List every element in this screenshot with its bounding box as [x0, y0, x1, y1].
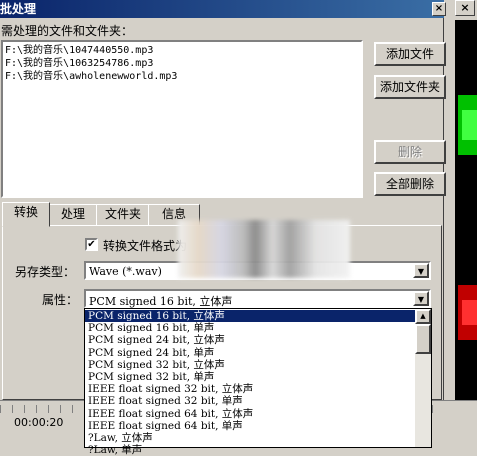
- dialog-titlebar[interactable]: 批处理: [0, 0, 444, 18]
- scroll-up-icon[interactable]: ▲: [415, 309, 431, 324]
- delete-all-button[interactable]: 全部删除: [374, 172, 446, 196]
- add-folder-button[interactable]: 添加文件夹: [374, 75, 446, 99]
- dropdown-option[interactable]: ?Law, 立体声: [85, 432, 415, 444]
- dialog-title: 批处理: [0, 2, 37, 16]
- dropdown-option[interactable]: PCM signed 16 bit, 立体声: [85, 310, 415, 323]
- dropdown-option[interactable]: PCM signed 24 bit, 立体声: [85, 334, 415, 346]
- attribute-label: 属性：: [42, 293, 79, 307]
- attribute-dropdown-list[interactable]: PCM signed 16 bit, 立体声 PCM signed 16 bit…: [84, 308, 432, 456]
- waveform-left-channel-peak: [462, 110, 477, 140]
- file-list-item[interactable]: F:\我的音乐\awholenewworld.mp3: [5, 70, 359, 83]
- tab-process[interactable]: 处理: [48, 204, 98, 226]
- dropdown-scrollbar[interactable]: ▲: [415, 309, 431, 447]
- file-list[interactable]: F:\我的音乐\1047440550.mp3 F:\我的音乐\106325478…: [1, 40, 363, 198]
- dropdown-option[interactable]: IEEE float signed 32 bit, 单声: [85, 395, 415, 407]
- tab-folder[interactable]: 文件夹: [96, 204, 150, 226]
- dropdown-option[interactable]: PCM signed 16 bit, 单声: [85, 322, 415, 334]
- dialog-close-button[interactable]: ×: [432, 2, 446, 16]
- waveform-right-channel-peak: [462, 300, 477, 325]
- delete-button[interactable]: 删除: [374, 140, 446, 164]
- chevron-down-icon[interactable]: ▼: [413, 263, 429, 278]
- tab-convert[interactable]: 转换: [2, 202, 50, 227]
- chevron-down-icon[interactable]: ▼: [413, 291, 429, 306]
- file-list-label: 需处理的文件和文件夹：: [1, 24, 134, 38]
- attribute-value: PCM signed 16 bit, 立体声: [89, 295, 233, 308]
- save-type-value: Wave (*.wav): [89, 265, 162, 278]
- dropdown-option[interactable]: PCM signed 32 bit, 立体声: [85, 359, 415, 371]
- dropdown-option[interactable]: ?Law, 单声: [85, 444, 415, 456]
- waveform-panel: [455, 20, 477, 410]
- dropdown-option[interactable]: IEEE float signed 64 bit, 立体声: [85, 408, 415, 420]
- dropdown-option[interactable]: IEEE float signed 64 bit, 单声: [85, 420, 415, 432]
- timeline-time-label: 00:00:20: [14, 416, 64, 429]
- blurred-overlay: [178, 220, 350, 278]
- attribute-select[interactable]: PCM signed 16 bit, 立体声 ▼: [84, 289, 431, 308]
- dropdown-option[interactable]: PCM signed 32 bit, 单声: [85, 371, 415, 383]
- file-list-item[interactable]: F:\我的音乐\1047440550.mp3: [5, 44, 359, 57]
- add-file-button[interactable]: 添加文件: [374, 42, 446, 66]
- convert-format-checkbox[interactable]: ✔: [85, 238, 98, 251]
- dropdown-options: PCM signed 16 bit, 立体声 PCM signed 16 bit…: [85, 310, 415, 456]
- dropdown-option[interactable]: PCM signed 24 bit, 单声: [85, 347, 415, 359]
- file-list-item[interactable]: F:\我的音乐\1063254786.mp3: [5, 57, 359, 70]
- background-close-button[interactable]: ×: [455, 0, 475, 16]
- save-type-label: 另存类型：: [15, 265, 76, 279]
- scrollbar-thumb[interactable]: [415, 324, 431, 354]
- dropdown-option[interactable]: IEEE float signed 32 bit, 立体声: [85, 383, 415, 395]
